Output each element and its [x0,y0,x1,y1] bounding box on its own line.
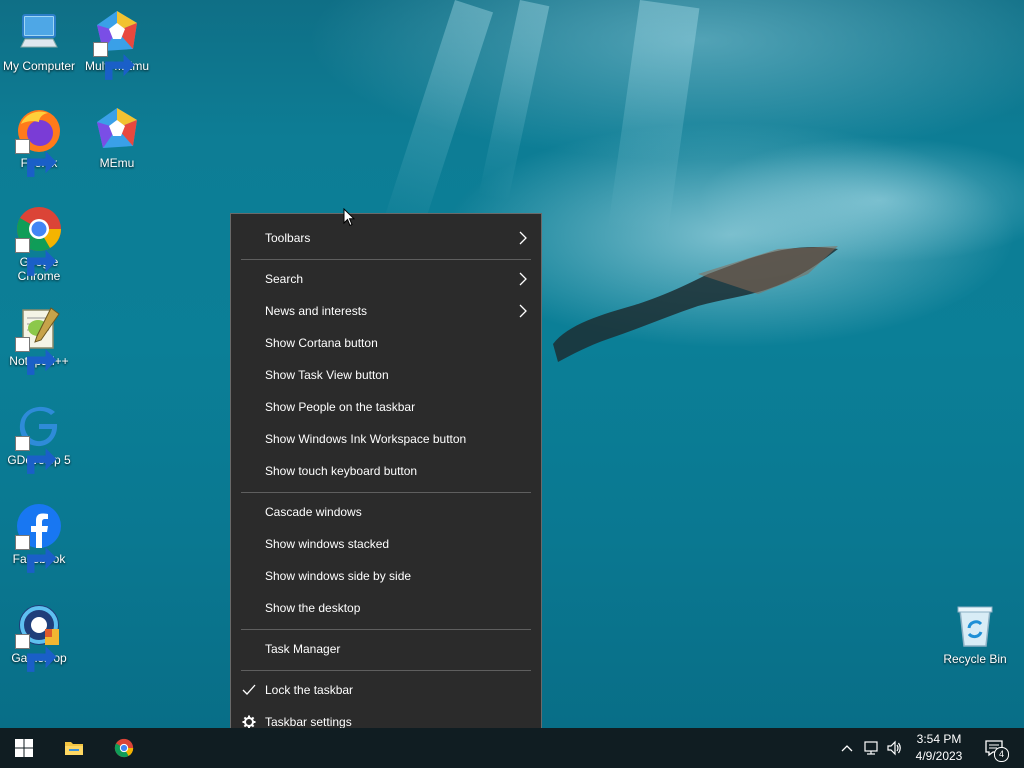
menu-item-show-task-view-button[interactable]: Show Task View button [231,359,541,391]
notepad-plus-plus-icon [15,304,63,375]
shortcut-arrow-icon [15,139,57,177]
taskbar: 3:54 PM 4/9/2023 4 [0,728,1024,768]
desktop-icon-facebook[interactable]: Facebook [0,502,78,573]
menu-item-label: Show windows stacked [265,537,390,551]
gdevelop-icon [15,403,63,474]
menu-separator [241,259,531,260]
desktop-icon-firefox[interactable]: Firefox [0,106,78,177]
chrome-icon [114,738,134,758]
network-icon [864,741,878,755]
menu-item-lock-the-taskbar[interactable]: Lock the taskbar [231,674,541,706]
menu-item-label: Show touch keyboard button [265,464,418,478]
desktop-icon-memu[interactable]: MEmu [78,106,156,170]
menu-item-show-cortana-button[interactable]: Show Cortana button [231,327,541,359]
taskbar-file-explorer[interactable] [50,728,98,768]
menu-item-label: Show Windows Ink Workspace button [265,432,467,446]
computer-icon [15,9,63,57]
menu-item-search[interactable]: Search [231,263,541,295]
menu-item-cascade-windows[interactable]: Cascade windows [231,496,541,528]
menu-item-label: Cascade windows [265,505,362,519]
diver-silhouette [553,246,838,362]
menu-item-label: Toolbars [265,231,311,245]
menu-item-label: Show windows side by side [265,569,412,583]
shortcut-arrow-icon [15,634,57,672]
light-ray [478,0,550,202]
taskbar-clock[interactable]: 3:54 PM 4/9/2023 [906,731,972,765]
chevron-right-icon [519,272,527,286]
clock-date: 4/9/2023 [915,749,963,763]
desktop-icon-gameloop[interactable]: Gameloop [0,601,78,672]
checkmark-icon [242,684,256,695]
menu-item-toolbars[interactable]: Toolbars [231,222,541,254]
desktop-icon-google-chrome[interactable]: Google Chrome [0,205,78,283]
shortcut-arrow-icon [15,436,57,474]
notification-count-badge: 4 [994,747,1009,762]
clock-time: 3:54 PM [916,732,962,746]
taskbar-chrome[interactable] [100,728,148,768]
memu-icon [93,106,141,154]
menu-item-show-people[interactable]: Show People on the taskbar [231,391,541,423]
menu-separator [241,670,531,671]
menu-item-show-windows-side-by-side[interactable]: Show windows side by side [231,560,541,592]
action-center-button[interactable]: 4 [982,728,1009,768]
menu-item-show-touch-keyboard[interactable]: Show touch keyboard button [231,455,541,487]
menu-item-label: News and interests [265,304,368,318]
menu-item-news-and-interests[interactable]: News and interests [231,295,541,327]
menu-item-label: Show the desktop [265,601,361,615]
volume-icon [887,740,901,756]
desktop-icon-recycle-bin[interactable]: Recycle Bin [936,602,1014,666]
desktop-icon-my-computer[interactable]: My Computer [0,9,78,73]
volume-button[interactable] [883,728,905,768]
menu-item-label: Show People on the taskbar [265,400,416,414]
shortcut-arrow-icon [15,238,57,276]
multi-memu-icon [93,9,141,80]
network-button[interactable] [860,728,882,768]
facebook-icon [15,502,63,573]
light-ray [380,0,494,241]
light-ray [607,0,700,237]
firefox-icon [15,106,63,177]
chevron-up-icon [841,745,853,752]
menu-item-label: Task Manager [265,642,341,656]
show-hidden-icons-button[interactable] [836,728,858,768]
desktop-icon-multi-memu[interactable]: Multi-MEmu [78,9,156,80]
gameloop-icon [15,601,63,672]
start-button[interactable] [0,728,48,768]
menu-item-show-windows-ink[interactable]: Show Windows Ink Workspace button [231,423,541,455]
shortcut-arrow-icon [93,42,135,80]
desktop-icon-gdevelop[interactable]: GDevelop 5 [0,403,78,474]
chevron-right-icon [519,304,527,318]
desktop-icon-notepad-plus-plus[interactable]: Notepad++ [0,304,78,375]
taskbar-context-menu: Toolbars Search News and interests Show … [230,213,542,746]
recycle-bin-icon [951,602,999,650]
shortcut-arrow-icon [15,337,57,375]
menu-item-task-manager[interactable]: Task Manager [231,633,541,665]
menu-item-label: Show Cortana button [265,336,378,350]
menu-item-label: Show Task View button [265,368,389,382]
file-explorer-icon [65,742,83,755]
mouse-cursor-icon [343,208,355,227]
menu-item-show-the-desktop[interactable]: Show the desktop [231,592,541,624]
chevron-right-icon [519,231,527,245]
menu-item-label: Lock the taskbar [265,683,354,697]
menu-separator [241,492,531,493]
menu-item-show-windows-stacked[interactable]: Show windows stacked [231,528,541,560]
desktop-icon-label: Recycle Bin [943,652,1007,666]
chrome-icon [15,205,63,276]
desktop-icon-label: My Computer [2,59,76,73]
shortcut-arrow-icon [15,535,57,573]
menu-separator [241,629,531,630]
menu-item-label: Search [265,272,304,286]
desktop-icon-label: MEmu [99,156,135,170]
windows-start-icon [15,739,33,757]
